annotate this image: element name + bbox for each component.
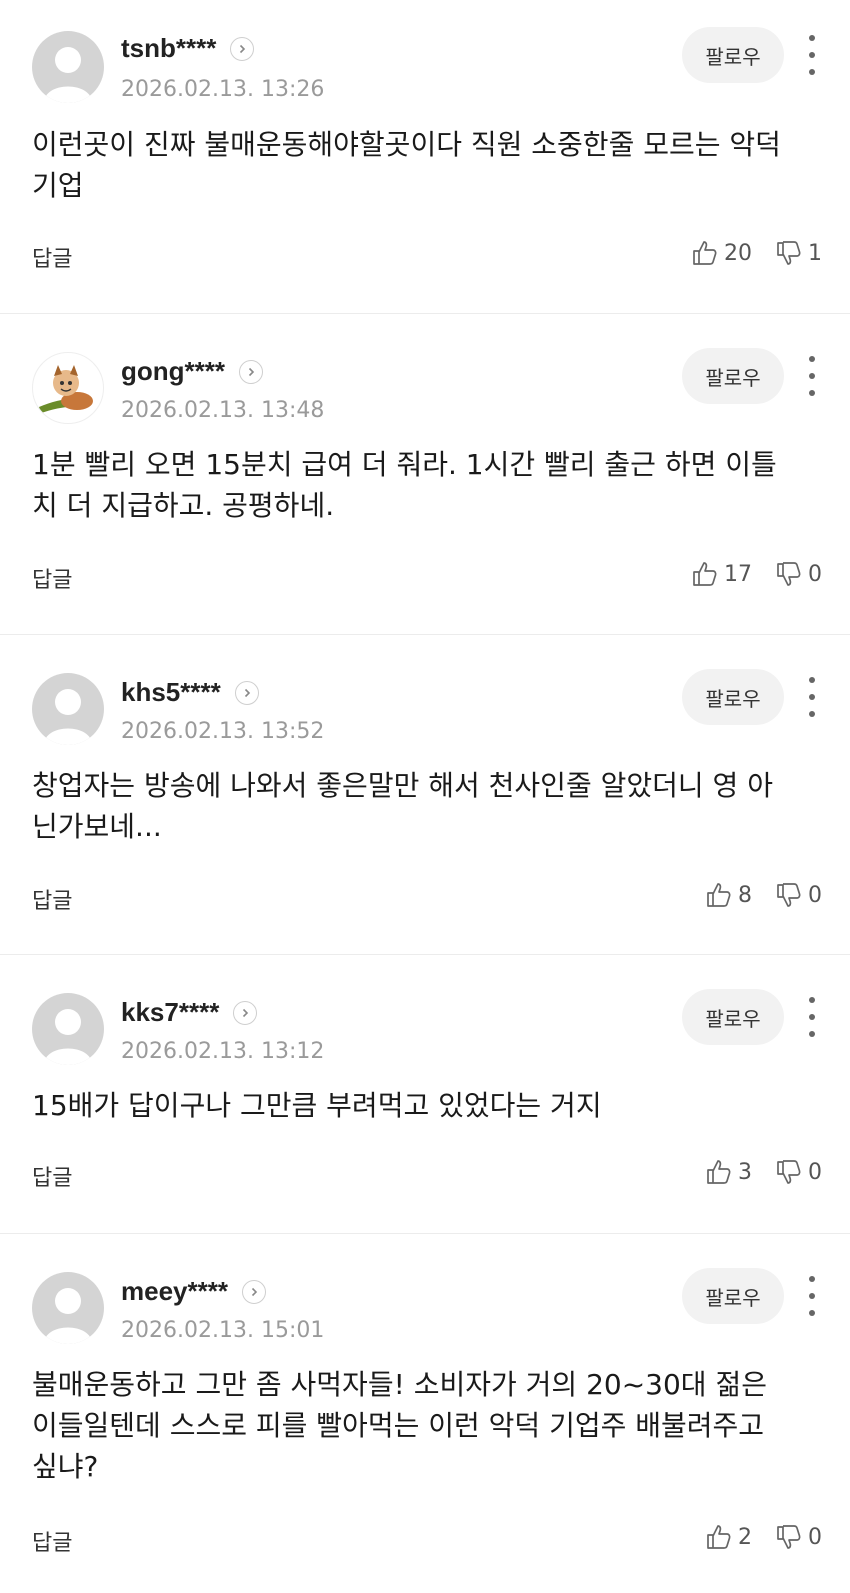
comment-text: 1분 빨리 오면 15분치 급여 더 줘라. 1시간 빨리 출근 하면 이틀치 … [32,448,777,522]
avatar[interactable] [32,31,104,103]
nickname[interactable]: tsnb**** [121,33,216,64]
dislike-count: 0 [808,882,822,908]
comment-date: 2026.02.13. 13:52 [121,719,325,744]
like-count: 8 [738,882,752,908]
comment-text: 15배가 답이구나 그만큼 부려먹고 있었다는 거지 [32,1089,602,1122]
more-menu-icon[interactable] [806,35,818,75]
comment-text: 창업자는 방송에 나와서 좋은말만 해서 천사인줄 알았더니 영 아닌가보네..… [32,769,773,843]
reply-button[interactable]: 답글 [32,241,72,273]
thumbs-down-icon[interactable] [774,1158,802,1186]
chevron-right-icon[interactable] [233,1000,258,1025]
comment-item: tsnb**** 2026.02.13. 13:26 팔로우 이런곳이 진짜 불… [0,0,850,314]
chevron-right-icon[interactable] [239,359,263,384]
reply-button[interactable]: 답글 [32,1160,72,1192]
more-menu-icon[interactable] [806,997,818,1037]
comment-item: gong**** 2026.02.13. 13:48 팔로우 1분 빨리 오면 … [0,314,850,635]
thumbs-down-icon[interactable] [774,881,802,909]
avatar[interactable] [32,993,104,1065]
reply-button[interactable]: 답글 [32,1525,72,1557]
comment-item: kks7**** 2026.02.13. 13:12 팔로우 15배가 답이구나… [0,955,850,1234]
nickname[interactable]: gong**** [121,356,225,387]
chevron-right-icon[interactable] [230,36,255,61]
comment-date: 2026.02.13. 13:26 [121,77,325,102]
reaction-bar: 2 0 [704,1523,822,1551]
like-count: 2 [738,1524,752,1550]
thumbs-down-icon[interactable] [774,1523,802,1551]
thumbs-down-icon[interactable] [774,560,802,588]
reaction-bar: 17 0 [690,560,822,588]
reply-button[interactable]: 답글 [32,883,72,915]
follow-button[interactable]: 팔로우 [682,1268,784,1324]
chevron-right-icon[interactable] [241,1279,266,1304]
reply-button[interactable]: 답글 [32,562,72,594]
thumbs-up-icon[interactable] [690,560,718,588]
like-count: 3 [738,1159,752,1185]
nickname[interactable]: meey**** [121,1276,228,1307]
chevron-right-icon[interactable] [234,680,259,705]
comment-item: khs5**** 2026.02.13. 13:52 팔로우 창업자는 방송에 … [0,635,850,955]
follow-button[interactable]: 팔로우 [682,669,784,725]
reaction-bar: 20 1 [690,239,822,267]
comment-date: 2026.02.13. 13:48 [121,398,325,423]
like-count: 17 [724,561,752,587]
thumbs-down-icon[interactable] [774,239,802,267]
reaction-bar: 3 0 [704,1158,822,1186]
avatar[interactable] [32,673,104,745]
thumbs-up-icon[interactable] [704,1158,732,1186]
thumbs-up-icon[interactable] [704,881,732,909]
comment-date: 2026.02.13. 15:01 [121,1318,325,1343]
follow-button[interactable]: 팔로우 [682,348,784,404]
more-menu-icon[interactable] [806,356,818,396]
more-menu-icon[interactable] [806,677,818,717]
nickname[interactable]: khs5**** [121,677,221,708]
nickname[interactable]: kks7**** [121,997,219,1028]
dislike-count: 0 [808,561,822,587]
avatar[interactable] [32,352,104,424]
comment-item: meey**** 2026.02.13. 15:01 팔로우 불매운동하고 그만… [0,1234,850,1593]
comment-date: 2026.02.13. 13:12 [121,1039,325,1064]
dislike-count: 1 [808,240,822,266]
comment-text: 이런곳이 진짜 불매운동해야할곳이다 직원 소중한줄 모르는 악덕기업 [32,128,781,202]
like-count: 20 [724,240,752,266]
follow-button[interactable]: 팔로우 [682,989,784,1045]
thumbs-up-icon[interactable] [704,1523,732,1551]
dislike-count: 0 [808,1524,822,1550]
dislike-count: 0 [808,1159,822,1185]
avatar[interactable] [32,1272,104,1344]
follow-button[interactable]: 팔로우 [682,27,784,83]
reaction-bar: 8 0 [704,881,822,909]
comment-text: 불매운동하고 그만 좀 사먹자들! 소비자가 거의 20~30대 젊은이들일텐데… [32,1368,767,1483]
more-menu-icon[interactable] [806,1276,818,1316]
thumbs-up-icon[interactable] [690,239,718,267]
